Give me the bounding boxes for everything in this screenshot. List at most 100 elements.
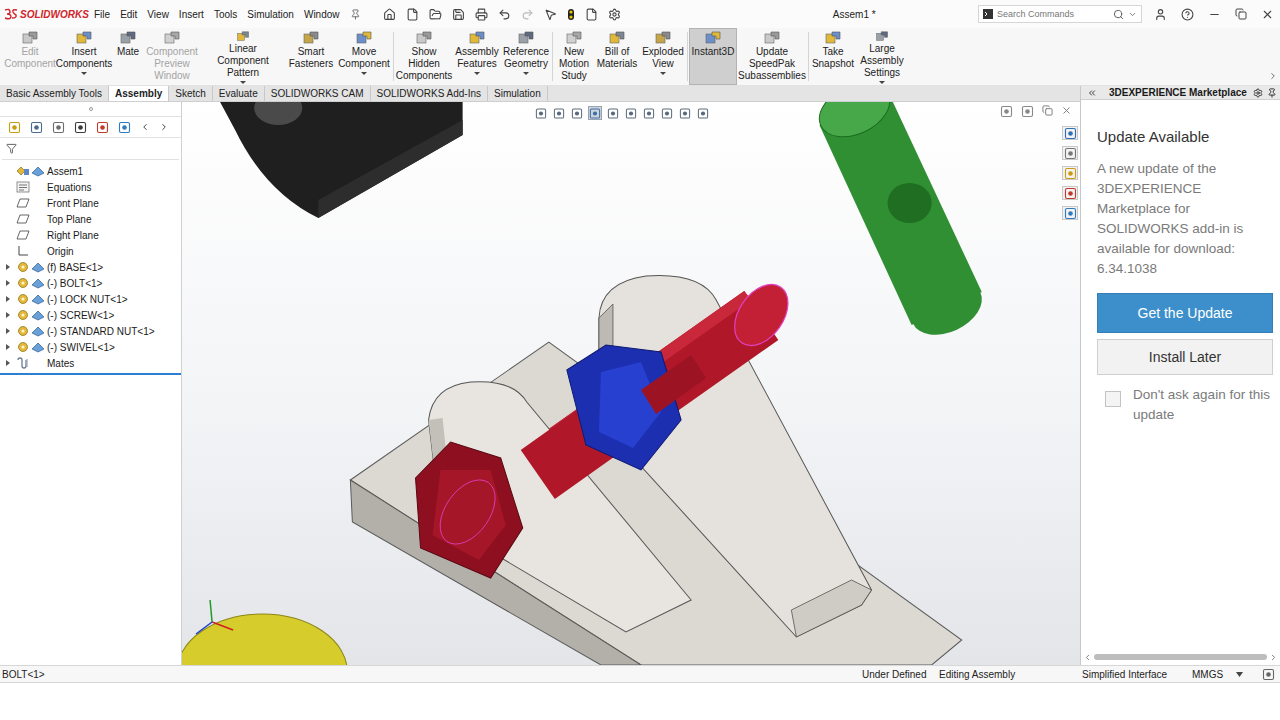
- zoom-to-fit-icon[interactable]: [535, 107, 547, 120]
- section-view-icon[interactable]: [588, 106, 602, 120]
- display-style-icon[interactable]: [642, 106, 656, 120]
- tree-item[interactable]: (-) SCREW<1>: [0, 307, 181, 323]
- redo-icon[interactable]: [521, 8, 534, 21]
- custom-properties-icon[interactable]: [1064, 207, 1077, 220]
- new-file-icon[interactable]: [406, 8, 419, 21]
- command-button[interactable]: Linear Component Pattern: [200, 28, 286, 85]
- install-later-button[interactable]: Install Later: [1097, 339, 1273, 375]
- status-options-icon[interactable]: [1262, 668, 1275, 681]
- command-button[interactable]: Large Assembly Settings: [856, 28, 908, 85]
- status-interface[interactable]: Simplified Interface: [1082, 669, 1192, 680]
- apply-scene-icon[interactable]: [697, 107, 709, 120]
- tab[interactable]: Sketch: [169, 86, 213, 101]
- tab[interactable]: Assembly: [109, 86, 169, 101]
- marketplace-icon[interactable]: [1064, 127, 1077, 140]
- menu-item[interactable]: View: [147, 9, 169, 20]
- command-button[interactable]: Component Preview Window: [144, 28, 200, 85]
- view-orientation-icon[interactable]: [624, 106, 638, 120]
- pin-icon[interactable]: [1267, 88, 1277, 98]
- task-tab[interactable]: [1062, 186, 1078, 200]
- collapsed-arrow-icon[interactable]: [5, 328, 11, 334]
- command-button[interactable]: Bill of Materials: [594, 28, 640, 85]
- task-tab[interactable]: [1062, 206, 1078, 220]
- search-commands[interactable]: Search Commands: [978, 5, 1142, 23]
- dropdown-caret[interactable]: [81, 72, 87, 75]
- command-button[interactable]: Reference Geometry: [501, 28, 551, 85]
- tree-item[interactable]: (f) BASE<1>: [0, 259, 181, 275]
- dropdown-caret[interactable]: [240, 81, 246, 84]
- save-icon[interactable]: [452, 8, 465, 21]
- design-library-icon[interactable]: [1064, 147, 1077, 160]
- close-icon[interactable]: [1261, 8, 1274, 21]
- display-style-icon[interactable]: [643, 107, 655, 120]
- tile-view-icon[interactable]: [1021, 105, 1034, 118]
- close-window-icon[interactable]: [1061, 105, 1072, 116]
- tree-item[interactable]: Front Plane: [0, 195, 181, 211]
- restore-window-icon[interactable]: [1042, 105, 1053, 116]
- tree-item[interactable]: Right Plane: [0, 227, 181, 243]
- scroll-right-icon[interactable]: [1268, 71, 1278, 81]
- search-icon[interactable]: [1113, 9, 1124, 20]
- search-options-icon[interactable]: [1128, 10, 1137, 19]
- previous-view-icon[interactable]: [570, 106, 584, 120]
- help-icon[interactable]: [1181, 8, 1194, 21]
- dont-ask-row[interactable]: Don't ask again for this update: [1097, 385, 1273, 425]
- horizontal-scrollbar[interactable]: [1081, 651, 1280, 663]
- command-button[interactable]: Move Component: [336, 28, 392, 85]
- checkbox[interactable]: [1105, 391, 1121, 407]
- tree-item[interactable]: Assem1: [0, 163, 181, 179]
- tree-filter[interactable]: [2, 138, 179, 160]
- appearances-icon[interactable]: [1064, 187, 1077, 200]
- scroll-thumb[interactable]: [1094, 654, 1267, 660]
- command-button[interactable]: Take Snapshot: [810, 28, 856, 85]
- rebuild-icon[interactable]: [567, 8, 575, 21]
- configuration-icon[interactable]: [52, 121, 65, 134]
- tab[interactable]: Basic Assembly Tools: [0, 86, 109, 101]
- task-tab[interactable]: [1062, 126, 1078, 140]
- units-menu[interactable]: [1236, 672, 1262, 677]
- zoom-to-area-icon[interactable]: [553, 107, 565, 120]
- display-manager-icon[interactable]: [96, 121, 109, 134]
- command-button[interactable]: Instant3D: [689, 28, 737, 85]
- command-button[interactable]: Insert Components: [56, 28, 112, 85]
- ribbon-scroll[interactable]: [1266, 28, 1280, 85]
- dropdown-caret[interactable]: [474, 72, 480, 75]
- command-button[interactable]: New Motion Study: [554, 28, 594, 85]
- menu-item[interactable]: File: [94, 9, 110, 20]
- tree-item[interactable]: Top Plane: [0, 211, 181, 227]
- scroll-right-icon[interactable]: [159, 122, 169, 132]
- command-button[interactable]: Exploded View: [640, 28, 686, 85]
- print-icon[interactable]: [475, 8, 488, 21]
- dimxpert-icon[interactable]: [74, 121, 87, 134]
- appearance-icon[interactable]: [678, 106, 692, 120]
- panel-grip[interactable]: [0, 102, 181, 116]
- collapsed-arrow-icon[interactable]: [5, 312, 11, 318]
- menu-item[interactable]: Simulation: [247, 9, 294, 20]
- command-button[interactable]: Edit Component: [4, 28, 56, 85]
- rollback-bar[interactable]: [0, 373, 181, 375]
- tree-item[interactable]: Equations: [0, 179, 181, 195]
- status-tools[interactable]: [1262, 668, 1280, 681]
- orientation-icon[interactable]: [625, 107, 637, 120]
- tab[interactable]: Evaluate: [213, 86, 265, 101]
- zoom-fit-icon[interactable]: [534, 106, 548, 120]
- pin-icon[interactable]: [350, 9, 361, 20]
- get-update-button[interactable]: Get the Update: [1097, 293, 1273, 333]
- assembly-model[interactable]: [182, 102, 1080, 665]
- select-icon[interactable]: [544, 8, 557, 21]
- dropdown-caret[interactable]: [361, 72, 367, 75]
- edit-appearance-icon[interactable]: [679, 107, 691, 120]
- menu-item[interactable]: Edit: [120, 9, 137, 20]
- restore-view-icon[interactable]: [1000, 105, 1013, 118]
- filter-icon[interactable]: [6, 143, 17, 154]
- file-properties-icon[interactable]: [585, 8, 598, 21]
- tree-item[interactable]: Mates: [0, 355, 181, 371]
- settings-icon[interactable]: [1253, 88, 1263, 98]
- collapsed-arrow-icon[interactable]: [5, 296, 11, 302]
- hide-show-icon[interactable]: [660, 106, 674, 120]
- collapsed-arrow-icon[interactable]: [5, 264, 11, 270]
- command-button[interactable]: Show Hidden Components: [395, 28, 453, 85]
- task-tab[interactable]: [1062, 146, 1078, 160]
- zoom-area-icon[interactable]: [552, 106, 566, 120]
- scene-icon[interactable]: [696, 106, 710, 120]
